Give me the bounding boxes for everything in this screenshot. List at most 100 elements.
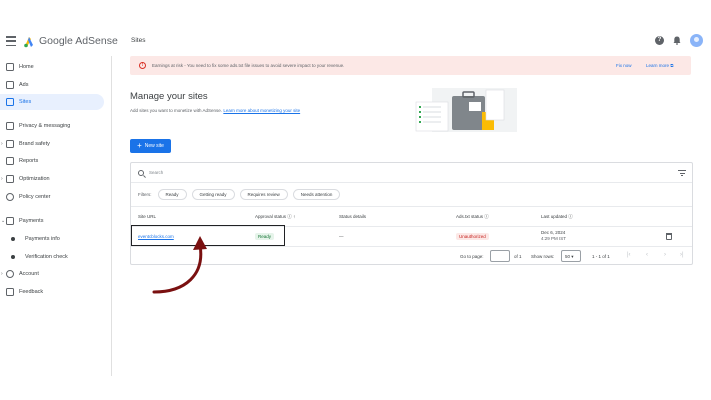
- last-updated-cell: Dec 6, 2024 4:29 PM IST: [541, 230, 566, 242]
- sidebar-item-reports[interactable]: Reports: [0, 153, 104, 169]
- next-page-icon[interactable]: ›: [664, 252, 666, 258]
- menu-icon[interactable]: [6, 36, 16, 46]
- sidebar-item-label: Home: [19, 64, 34, 70]
- trend-icon: [6, 175, 14, 183]
- filters-row: Filters: Ready Getting ready Requires re…: [131, 183, 692, 207]
- warning-icon: !: [139, 62, 146, 69]
- delete-icon[interactable]: [666, 233, 672, 240]
- plus-icon: +: [137, 141, 142, 150]
- brand-name[interactable]: Google AdSense: [39, 35, 118, 47]
- filter-chip-ready[interactable]: Ready: [157, 189, 187, 200]
- column-status-details[interactable]: Status details: [339, 214, 366, 219]
- sidebar-item-feedback[interactable]: Feedback: [0, 284, 104, 300]
- page-heading: Manage your sites: [130, 91, 208, 102]
- column-approval-status[interactable]: Approval status ⓘ ↑: [255, 214, 295, 220]
- learn-more-link[interactable]: Learn more ⧉: [646, 63, 674, 68]
- sidebar-item-label: Ads: [19, 82, 29, 88]
- brand-product: AdSense: [75, 35, 118, 47]
- show-rows-label: Show rows:: [531, 254, 555, 259]
- caret-down-icon: ⌄: [1, 218, 6, 224]
- rows-per-page-select[interactable]: 50 ▾: [561, 250, 581, 262]
- filter-icon[interactable]: [678, 170, 686, 176]
- sidebar-item-payments-info[interactable]: Payments info: [0, 231, 104, 247]
- search-input[interactable]: Search: [149, 170, 163, 175]
- page-count: of 1: [514, 254, 522, 259]
- page-range: 1 - 1 of 1: [592, 254, 610, 259]
- search-bar[interactable]: Search: [131, 163, 692, 183]
- ads-icon: [6, 81, 14, 89]
- adsense-logo-icon: [24, 37, 33, 48]
- first-page-icon[interactable]: |‹: [627, 252, 631, 258]
- open-external-icon: ⧉: [670, 63, 674, 68]
- sidebar-item-label: Reports: [19, 158, 39, 164]
- sidebar-item-label: Privacy & messaging: [19, 123, 71, 129]
- sidebar-item-sites[interactable]: Sites: [0, 94, 104, 110]
- sidebar: Home Ads Sites Privacy & messaging › Bra…: [0, 56, 112, 376]
- gear-icon: [6, 270, 14, 278]
- sidebar-item-brand-safety[interactable]: › Brand safety: [0, 136, 104, 152]
- payments-icon: [6, 217, 14, 225]
- help-icon[interactable]: ?: [655, 36, 664, 45]
- page-subtitle: Add sites you want to monetize with AdSe…: [130, 108, 300, 113]
- sidebar-item-policy-center[interactable]: Policy center: [0, 189, 104, 205]
- filter-chip-getting-ready[interactable]: Getting ready: [191, 189, 235, 200]
- banner-text: Earnings at risk - You need to fix some …: [152, 63, 345, 68]
- caret-right-icon: ›: [1, 176, 3, 182]
- filter-chip-needs-attention[interactable]: Needs attention: [292, 189, 341, 200]
- sites-illustration: [415, 88, 517, 132]
- new-site-label: New site: [144, 143, 164, 149]
- go-to-page-label: Go to page:: [460, 254, 484, 259]
- chevron-down-icon: ▾: [571, 254, 574, 259]
- sidebar-item-payments[interactable]: ⌄ Payments: [0, 213, 104, 229]
- rows-per-page-value: 50: [565, 254, 571, 259]
- column-label: Last updated: [541, 214, 568, 219]
- column-ads-txt-status[interactable]: Ads.txt status ⓘ: [456, 214, 489, 220]
- page-number-input[interactable]: [490, 250, 510, 262]
- column-label: Ads.txt status: [456, 214, 484, 219]
- sidebar-item-label: Verification check: [25, 254, 68, 260]
- new-site-button[interactable]: + New site: [130, 139, 171, 153]
- learn-more-monetizing-link[interactable]: Learn more about monetizing your site: [223, 108, 300, 113]
- earnings-at-risk-banner: ! Earnings at risk - You need to fix som…: [130, 56, 691, 75]
- sidebar-item-optimization[interactable]: › Optimization: [0, 171, 104, 187]
- bell-icon[interactable]: [673, 36, 681, 45]
- status-badge-unauthorized: Unauthorized: [456, 233, 489, 240]
- column-last-updated[interactable]: Last updated ⓘ: [541, 214, 573, 220]
- feedback-icon: [6, 288, 14, 296]
- annotation-arrow-icon: [152, 236, 207, 294]
- status-details-cell: —: [339, 234, 344, 239]
- info-icon: ⓘ: [287, 214, 292, 219]
- bullet-icon: [11, 237, 15, 241]
- policy-icon: [6, 193, 14, 201]
- avatar[interactable]: [690, 34, 703, 47]
- reports-icon: [6, 157, 14, 165]
- sidebar-item-privacy[interactable]: Privacy & messaging: [0, 118, 104, 134]
- sidebar-item-label: Payments: [19, 218, 44, 224]
- home-icon: [6, 63, 14, 71]
- sidebar-item-verification-check[interactable]: Verification check: [0, 249, 104, 265]
- sidebar-item-home[interactable]: Home: [0, 59, 104, 75]
- page-title: Sites: [131, 37, 146, 44]
- sidebar-item-label: Policy center: [19, 194, 51, 200]
- sidebar-item-label: Account: [19, 271, 39, 277]
- privacy-icon: [6, 122, 14, 130]
- info-icon: ⓘ: [484, 214, 489, 219]
- last-page-icon[interactable]: ›|: [680, 252, 684, 258]
- sidebar-item-account[interactable]: › Account: [0, 266, 104, 282]
- column-site-url[interactable]: Site URL: [138, 214, 156, 219]
- top-actions: ?: [655, 34, 703, 47]
- sidebar-item-label: Payments info: [25, 236, 60, 242]
- ads-txt-status-cell: Unauthorized: [456, 233, 489, 240]
- filter-chip-requires-review[interactable]: Requires review: [239, 189, 288, 200]
- top-app-bar: Google AdSense Sites ?: [0, 28, 711, 56]
- learn-more-label: Learn more: [646, 63, 670, 68]
- caret-right-icon: ›: [1, 271, 3, 277]
- filters-label: Filters:: [138, 192, 152, 197]
- sidebar-item-ads[interactable]: Ads: [0, 77, 104, 93]
- search-icon: [138, 169, 144, 176]
- fix-now-link[interactable]: Fix now: [616, 63, 632, 68]
- prev-page-icon[interactable]: ‹: [646, 252, 648, 258]
- shield-icon: [6, 140, 14, 148]
- last-updated-time: 4:29 PM IST: [541, 236, 567, 241]
- caret-right-icon: ›: [1, 141, 3, 147]
